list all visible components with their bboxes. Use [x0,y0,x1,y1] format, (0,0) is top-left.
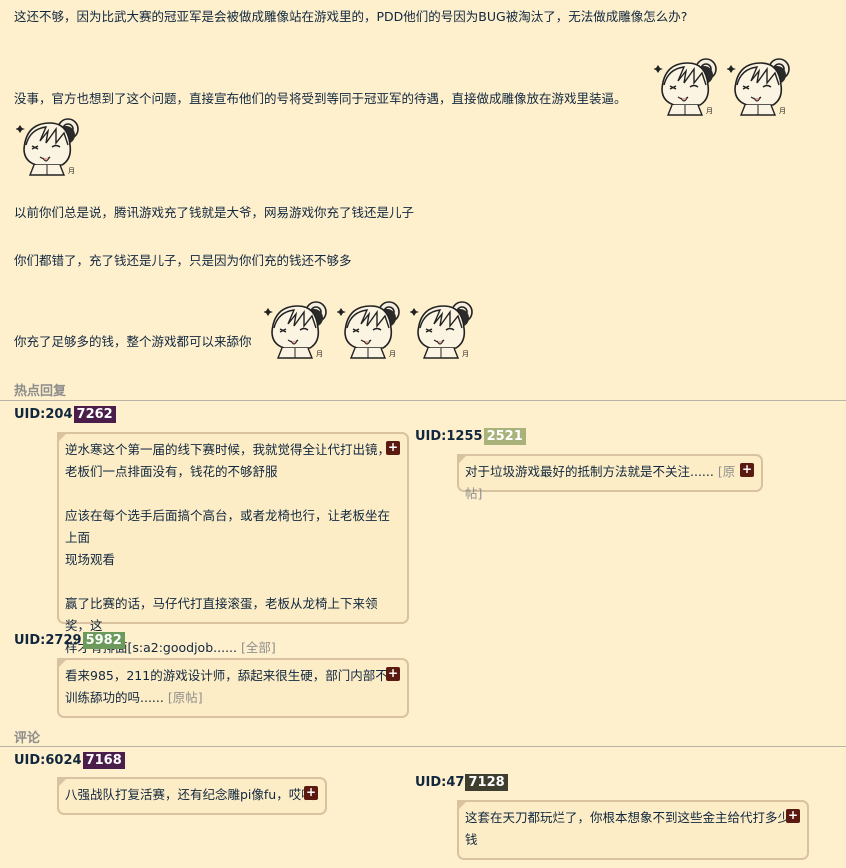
reply-line: 逆水寒这个第一届的线下赛时候，我就觉得全让代打出镜， [65,442,391,457]
view-full-link[interactable]: [全部] [241,640,276,655]
post-paragraph-1: 这还不够，因为比武大赛的冠亚军是会被做成雕像站在游戏里的，PDD他们的号因为BU… [14,9,688,24]
section-title-comments: 评论 [14,731,41,746]
reply-line: 赢了比赛的话，马仔代打直接滚蛋，老板从龙椅上下来领奖，这 [65,596,378,633]
original-post-link[interactable]: [原帖] [168,690,203,705]
section-divider [0,400,846,401]
sticker-icon [727,55,795,117]
reply-line: 应该在每个选手后面搞个高台，或者龙椅也行，让老板坐在上面 [65,508,391,545]
section-divider [0,746,846,747]
post-paragraph-5: 你充了足够多的钱，整个游戏都可以来舔你 [14,334,252,349]
expand-plus-button[interactable]: + [740,463,754,477]
uid-prefix: UID:47 [415,775,465,790]
expand-plus-button[interactable]: + [786,809,800,823]
sticker-icon [337,298,405,360]
expand-plus-button[interactable]: + [304,786,318,800]
comment-uid[interactable]: UID:6024 7168 [14,752,125,769]
sticker-icon [264,298,332,360]
reply-line: 看来985，211的游戏设计师，舔起来很生硬，部门内部不 [65,668,388,683]
sticker-icon [654,55,722,117]
section-title-hot-replies: 热点回复 [14,384,67,399]
uid-highlight: 7262 [73,406,116,423]
expand-plus-button[interactable]: + [386,667,400,681]
reply-line: 现场观看 [65,552,116,567]
post-paragraph-4: 你们都错了，充了钱还是儿子，只是因为你们充的钱还不够多 [14,253,352,268]
expand-plus-button[interactable]: + [386,441,400,455]
uid-prefix: UID:1255 [415,429,483,444]
uid-prefix: UID:204 [14,407,73,422]
reply-uid[interactable]: UID:1255 2521 [415,428,526,445]
uid-highlight: 2521 [483,428,526,445]
reply-bubble: 看来985，211的游戏设计师，舔起来很生硬，部门内部不 训练舔功的吗.....… [57,658,409,718]
comment-line: 钱 [465,832,478,847]
post-paragraph-2: 没事，官方也想到了这个问题，直接宣布他们的号将受到等同于冠亚军的待遇，直接做成雕… [14,91,627,106]
sticker-icon [410,298,478,360]
uid-highlight: 7168 [82,752,125,769]
comment-bubble: 八强战队打复活赛，还有纪念雕pi像fu，哎哎 + [57,777,327,815]
reply-uid[interactable]: UID:2729 5982 [14,632,125,649]
sticker-icon [16,115,84,177]
reply-text: 对于垃圾游戏最好的抵制方法就是不关注...... [465,464,714,479]
reply-uid[interactable]: UID:204 7262 [14,406,116,423]
comment-line: 这套在天刀都玩烂了，你根本想象不到这些金主给代打多少 [465,810,791,825]
reply-bubble: 对于垃圾游戏最好的抵制方法就是不关注...... [原帖] + [457,454,763,501]
post-paragraph-3: 以前你们总是说，腾讯游戏充了钱就是大爷，网易游戏你充了钱还是儿子 [14,205,415,220]
comment-uid[interactable]: UID:47 7128 [415,774,508,791]
uid-highlight: 7128 [465,774,508,791]
uid-prefix: UID:6024 [14,753,82,768]
uid-prefix: UID:2729 [14,633,82,648]
reply-line: 训练舔功的吗...... [65,690,164,705]
comment-text: 八强战队打复活赛，还有纪念雕pi像fu，哎哎 [65,787,314,802]
comment-bubble: 这套在天刀都玩烂了，你根本想象不到这些金主给代打多少 钱 + [457,800,809,860]
reply-bubble: 逆水寒这个第一届的线下赛时候，我就觉得全让代打出镜， 老板们一点排面没有，钱花的… [57,432,409,655]
reply-line: 老板们一点排面没有，钱花的不够舒服 [65,464,278,479]
uid-highlight: 5982 [82,632,125,649]
